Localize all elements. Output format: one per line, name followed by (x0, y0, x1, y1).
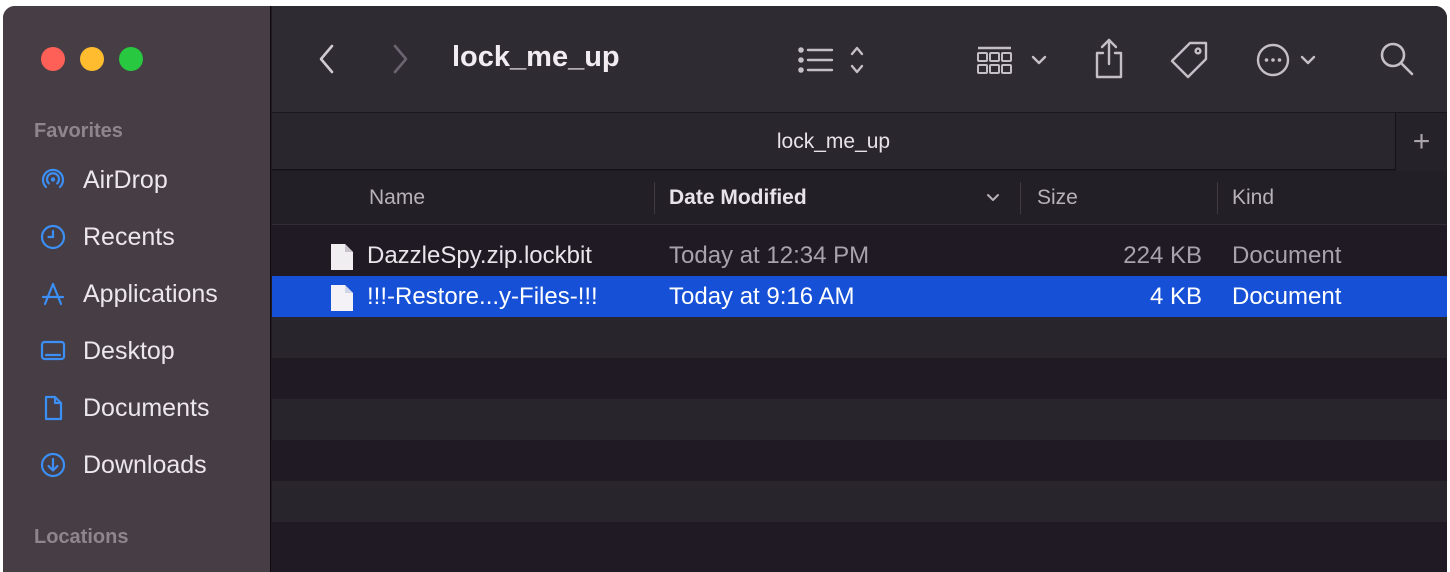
sidebar-item-label: Recents (83, 222, 175, 251)
sidebar-item-desktop[interactable]: Desktop (37, 331, 262, 371)
file-kind: Document (1232, 241, 1342, 269)
list-stripe (272, 358, 1447, 399)
search-icon (1380, 42, 1414, 76)
file-name: DazzleSpy.zip.lockbit (367, 241, 592, 269)
group-by-button[interactable] (975, 42, 1055, 78)
column-header-name[interactable]: Name (369, 171, 425, 225)
sort-direction-icon[interactable] (985, 171, 1001, 225)
list-stripe (272, 317, 1447, 358)
sidebar-item-label: Desktop (83, 336, 175, 365)
sidebar-item-downloads[interactable]: Downloads (37, 445, 262, 485)
forward-button[interactable] (385, 39, 415, 79)
sidebar-item-label: Applications (83, 279, 218, 308)
search-button[interactable] (1378, 40, 1416, 78)
list-stripe (272, 225, 1447, 235)
file-name: !!!-Restore...y-Files-!!! (367, 282, 598, 310)
clock-icon (37, 221, 69, 253)
window-title: lock_me_up (452, 41, 620, 73)
download-icon (37, 449, 69, 481)
list-view-icon (798, 46, 864, 74)
document-file-icon (331, 285, 353, 311)
ellipsis-circle-icon (1256, 43, 1316, 77)
close-window-button[interactable] (41, 47, 65, 71)
document-file-icon (331, 244, 353, 270)
list-stripe (272, 399, 1447, 440)
chevron-right-icon (393, 44, 408, 74)
tag-button[interactable] (1168, 39, 1210, 81)
applications-icon (37, 278, 69, 310)
file-kind: Document (1232, 282, 1342, 310)
list-stripe (272, 440, 1447, 481)
share-icon (1095, 38, 1123, 79)
back-button[interactable] (312, 39, 342, 79)
maximize-window-button[interactable] (119, 47, 143, 71)
column-divider[interactable] (654, 182, 655, 214)
file-size: 4 KB (1149, 282, 1202, 310)
file-row-selected[interactable]: !!!-Restore...y-Files-!!! Today at 9:16 … (272, 276, 1447, 317)
chevron-left-icon (319, 44, 334, 74)
tag-icon (1170, 41, 1208, 79)
sidebar-item-applications[interactable]: Applications (37, 274, 262, 314)
toolbar: lock_me_up (272, 6, 1447, 112)
main-area: lock_me_up lock_me_up + Name Date Modifi… (272, 6, 1447, 572)
column-divider[interactable] (1020, 182, 1021, 214)
file-list: DazzleSpy.zip.lockbit Today at 12:34 PM … (272, 235, 1447, 317)
sidebar-item-documents[interactable]: Documents (37, 388, 262, 428)
file-date-modified: Today at 12:34 PM (669, 241, 870, 269)
list-view-button[interactable] (795, 42, 871, 78)
document-icon (37, 392, 69, 424)
tab-lock-me-up[interactable]: lock_me_up (272, 113, 1395, 171)
column-header-kind[interactable]: Kind (1232, 171, 1274, 225)
new-tab-button[interactable]: + (1395, 113, 1447, 171)
sidebar-item-airdrop[interactable]: AirDrop (37, 160, 262, 200)
list-stripe (272, 522, 1447, 563)
sidebar-item-label: Downloads (83, 450, 207, 479)
airdrop-icon (37, 164, 69, 196)
file-row[interactable]: DazzleSpy.zip.lockbit Today at 12:34 PM … (272, 235, 1447, 276)
sidebar: Favorites AirDrop Recents Applications D… (3, 6, 271, 572)
file-size: 224 KB (1123, 241, 1202, 269)
column-header: Name Date Modified Size Kind (272, 171, 1447, 225)
column-header-date-modified[interactable]: Date Modified (669, 171, 807, 225)
minimize-window-button[interactable] (80, 47, 104, 71)
column-header-size[interactable]: Size (1037, 171, 1078, 225)
finder-window: Favorites AirDrop Recents Applications D… (3, 6, 1447, 572)
column-divider[interactable] (1217, 182, 1218, 214)
share-button[interactable] (1091, 36, 1127, 82)
more-actions-button[interactable] (1256, 41, 1320, 79)
sidebar-section-locations: Locations (34, 526, 129, 548)
tab-bar: lock_me_up + (272, 112, 1447, 171)
grid-icon (977, 46, 1047, 74)
file-date-modified: Today at 9:16 AM (669, 282, 855, 310)
sidebar-item-label: AirDrop (83, 165, 168, 194)
sidebar-section-favorites: Favorites (34, 120, 123, 142)
sidebar-item-recents[interactable]: Recents (37, 217, 262, 257)
sidebar-item-label: Documents (83, 393, 210, 422)
window-controls (41, 47, 143, 71)
list-stripe (272, 481, 1447, 522)
desktop-icon (37, 335, 69, 367)
